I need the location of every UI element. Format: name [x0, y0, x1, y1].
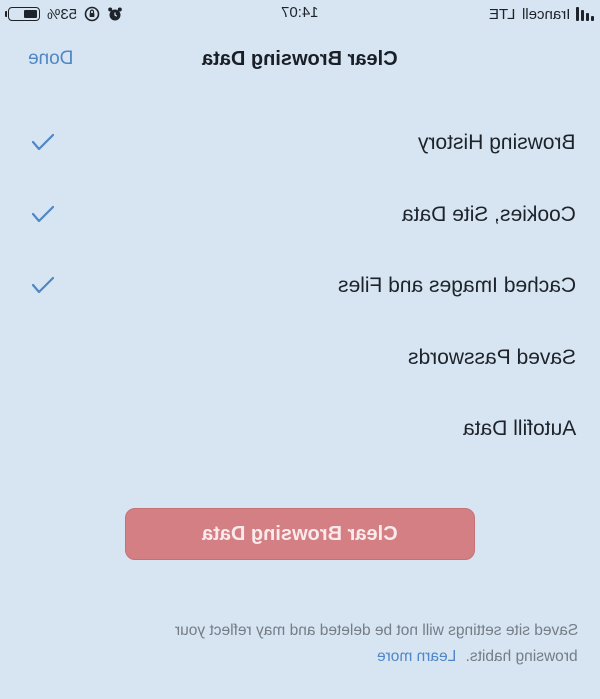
footer-line-1: Saved site settings will not be deleted …: [174, 622, 578, 639]
option-label: Saved Passwords: [407, 346, 576, 369]
network-type: LTE: [489, 5, 516, 23]
option-cookies-site-data[interactable]: Cookies, Site Data: [0, 187, 600, 243]
nav-bar: Done Clear Browsing Data: [0, 38, 600, 84]
option-cached-images-files[interactable]: Cached Images and Files: [0, 258, 600, 314]
footer-note: Saved site settings will not be deleted …: [38, 618, 578, 670]
learn-more-link[interactable]: Learn more: [377, 648, 456, 665]
option-label: Cached Images and Files: [337, 274, 576, 297]
signal-bars-icon: [576, 7, 594, 21]
checkmark-icon: [32, 276, 54, 294]
carrier-name: Irancell: [521, 5, 570, 23]
option-autofill-data[interactable]: Autofill Data: [0, 401, 600, 457]
status-bar: 53% 14:07 LTE Irancell: [0, 0, 600, 28]
checkmark-icon: [32, 205, 54, 223]
page-title: Clear Browsing Data: [202, 48, 398, 70]
option-label: Browsing History: [418, 131, 576, 154]
status-right-group: LTE Irancell: [489, 4, 594, 24]
option-browsing-history[interactable]: Browsing History: [0, 115, 600, 171]
footer-line-2: browsing habits.: [465, 648, 578, 665]
option-label: Cookies, Site Data: [402, 203, 576, 226]
checkmark-icon: [32, 133, 54, 151]
clear-browsing-data-button[interactable]: Clear Browsing Data: [125, 508, 475, 560]
option-saved-passwords[interactable]: Saved Passwords: [0, 330, 600, 386]
option-label: Autofill Data: [462, 417, 576, 440]
